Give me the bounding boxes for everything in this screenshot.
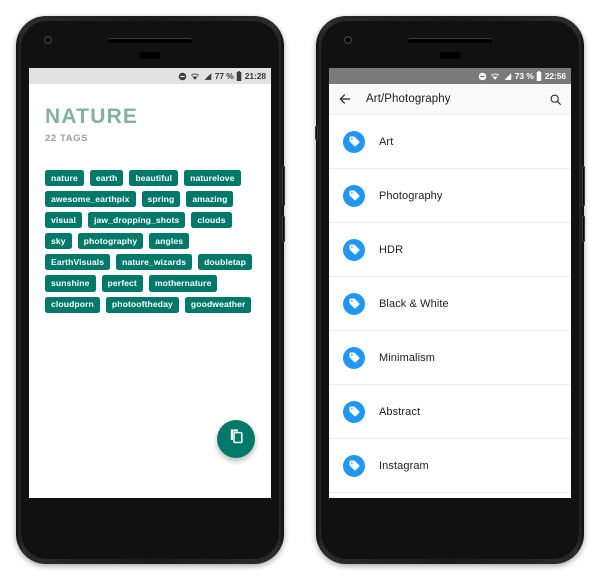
list-item[interactable]: Instagram: [329, 439, 571, 493]
list-item[interactable]: Abstract: [329, 385, 571, 439]
screen-left: 77 % 21:28 NATURE 22 TAGS nature earth bea…: [29, 68, 271, 498]
proximity-sensor: [439, 52, 461, 59]
tag-icon: [343, 454, 365, 477]
side-nub-button[interactable]: [315, 126, 318, 140]
list-item-label: HDR: [379, 243, 404, 256]
status-bar-clock: 21:28: [244, 70, 266, 81]
tag-chip[interactable]: mothernature: [148, 275, 218, 292]
tag-chip[interactable]: beautiful: [129, 170, 179, 187]
page-title: NATURE: [45, 105, 139, 128]
list-item[interactable]: Art: [329, 115, 571, 169]
tag-icon: [343, 130, 365, 153]
screen-right: 73 % 22:56 Art/Photography Art Photograp…: [329, 68, 571, 498]
list-item-label: Abstract: [379, 405, 421, 418]
list-item-label: Black & White: [379, 297, 449, 310]
power-button[interactable]: [282, 166, 285, 206]
tag-list: Art Photography HDR Black & White Minimalism…: [329, 115, 571, 498]
tag-chip[interactable]: clouds: [191, 212, 232, 229]
power-button[interactable]: [582, 166, 585, 206]
volume-button[interactable]: [282, 216, 285, 242]
volume-button[interactable]: [582, 216, 585, 242]
tag-chip[interactable]: earth: [89, 170, 124, 187]
list-item[interactable]: Photography: [329, 169, 571, 223]
screenshot-canvas: 77 % 21:28 NATURE 22 TAGS nature earth bea…: [0, 0, 600, 580]
tag-cloud: nature earth beautiful naturelove awesome_ea…: [45, 170, 255, 313]
content-copy-icon: [228, 428, 245, 450]
list-item-label: Art: [379, 135, 394, 148]
status-bar-right: 73 % 22:56: [329, 68, 571, 84]
cellular-signal-icon: [203, 72, 212, 81]
tag-chip[interactable]: nature: [45, 170, 84, 187]
front-camera-icon: [344, 36, 352, 44]
do-not-disturb-icon: [478, 72, 487, 81]
tag-chip[interactable]: naturelove: [184, 170, 241, 187]
wifi-icon: [490, 72, 500, 81]
battery-percent-label: 73 %: [514, 70, 534, 81]
tag-chip[interactable]: spring: [141, 191, 181, 208]
tag-chip[interactable]: jaw_dropping_shots: [87, 212, 186, 229]
wifi-icon: [190, 72, 200, 81]
back-arrow-icon[interactable]: [338, 92, 352, 106]
phone-device-left: 77 % 21:28 NATURE 22 TAGS nature earth bea…: [16, 16, 285, 564]
tag-chip[interactable]: nature_wizards: [116, 254, 193, 271]
tag-count-label: 22 TAGS: [45, 133, 89, 144]
tag-chip[interactable]: cloudporn: [45, 296, 100, 313]
tag-chip[interactable]: sky: [45, 233, 72, 250]
tag-chip[interactable]: doubletap: [198, 254, 253, 271]
nature-tag-screen: NATURE 22 TAGS nature earth beautiful natur…: [29, 84, 271, 498]
app-bar-title: Art/Photography: [366, 93, 451, 105]
status-bar-clock: 22:56: [544, 70, 566, 81]
tag-icon: [343, 292, 365, 315]
phone-device-right: 73 % 22:56 Art/Photography Art Photograp…: [315, 16, 585, 564]
list-item[interactable]: HDR: [329, 223, 571, 277]
tag-chip[interactable]: awesome_earthpix: [45, 191, 136, 208]
battery-percent-label: 77 %: [214, 70, 234, 81]
tag-chip[interactable]: perfect: [101, 275, 143, 292]
tag-chip[interactable]: photooftheday: [105, 296, 179, 313]
tag-chip[interactable]: visual: [45, 212, 82, 229]
list-item[interactable]: Black & White: [329, 277, 571, 331]
tag-icon: [343, 184, 365, 207]
battery-icon: [536, 71, 542, 81]
battery-icon: [236, 71, 242, 81]
front-camera-icon: [44, 36, 52, 44]
tag-icon: [343, 238, 365, 261]
earpiece-speaker: [108, 38, 192, 43]
status-bar-left: 77 % 21:28: [29, 68, 271, 84]
tag-chip[interactable]: goodweather: [184, 296, 252, 313]
list-item[interactable]: Minimalism: [329, 331, 571, 385]
list-item-label: Instagram: [379, 459, 429, 472]
earpiece-speaker: [408, 38, 492, 43]
tag-icon: [343, 346, 365, 369]
proximity-sensor: [139, 52, 161, 59]
tag-icon: [343, 400, 365, 423]
list-item-label: Minimalism: [379, 351, 435, 364]
app-bar: Art/Photography: [329, 84, 571, 115]
copy-tags-fab[interactable]: [217, 420, 255, 458]
tag-chip[interactable]: amazing: [186, 191, 234, 208]
tag-chip[interactable]: sunshine: [45, 275, 96, 292]
search-icon[interactable]: [549, 93, 562, 106]
tag-chip[interactable]: angles: [149, 233, 190, 250]
cellular-signal-icon: [503, 72, 512, 81]
tag-chip[interactable]: photography: [77, 233, 144, 250]
tag-chip[interactable]: EarthVisuals: [45, 254, 111, 271]
do-not-disturb-icon: [178, 72, 187, 81]
list-item-label: Photography: [379, 189, 443, 202]
